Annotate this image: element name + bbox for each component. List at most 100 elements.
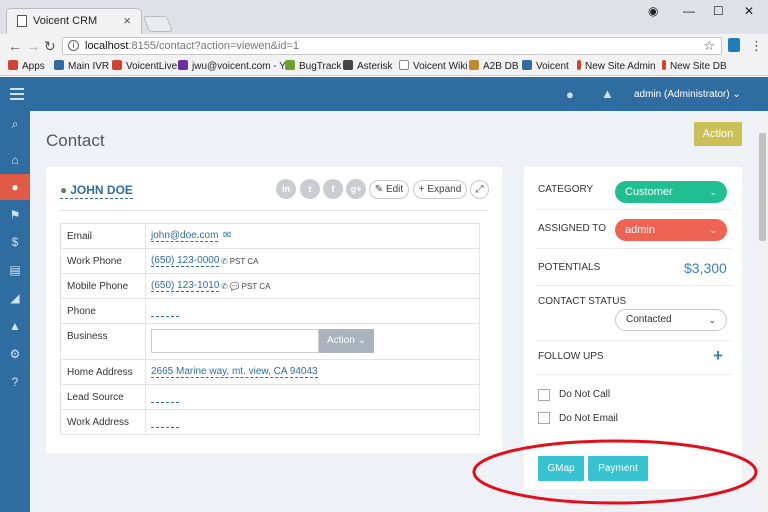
yahoo-icon	[178, 60, 188, 70]
g-icon	[54, 60, 64, 70]
business-action-button[interactable]: Action ⌄	[319, 329, 374, 353]
reload-icon[interactable]: ↻	[44, 38, 56, 55]
page-scrollbar[interactable]	[757, 111, 768, 512]
bookmark-voicent[interactable]: Voicent	[522, 60, 569, 72]
warning-icon[interactable]: ▲	[601, 86, 614, 101]
work-phone-value[interactable]: (650) 123-0000	[151, 255, 220, 267]
page-title: Contact	[46, 131, 105, 150]
org-chart-icon[interactable]: ⚑	[0, 202, 30, 228]
facebook-icon[interactable]: f	[323, 179, 343, 199]
home-icon[interactable]: ⌂	[0, 147, 30, 173]
scrollbar-thumb[interactable]	[759, 133, 766, 241]
work-address-value-empty[interactable]	[151, 416, 179, 428]
bookmark-new-site-db[interactable]: New Site DB	[662, 60, 727, 72]
chevron-down-icon: ⌄	[709, 187, 717, 197]
divider	[536, 374, 732, 375]
contact-name[interactable]: ● JOHN DOE	[60, 183, 133, 199]
assigned-to-label: ASSIGNED TO	[538, 223, 606, 234]
bookmark-main-ivr[interactable]: Main IVR	[54, 60, 109, 72]
bookmark-voicent-wiki[interactable]: Voicent Wiki	[399, 60, 467, 72]
asterisk-icon	[343, 60, 353, 70]
bookmark-bugtrack[interactable]: BugTrack	[285, 60, 341, 72]
do-not-email-checkbox[interactable]	[538, 412, 550, 424]
bookmark-apps[interactable]: Apps	[8, 60, 45, 72]
bookmark-asterisk[interactable]: Asterisk	[343, 60, 393, 72]
address-toolbar: ← → ↻ i localhost:8155/contact?action=vi…	[0, 34, 768, 58]
rss-icon[interactable]: ◢	[0, 285, 30, 311]
document-icon[interactable]: ▤	[0, 257, 30, 283]
chevron-down-icon: ⌄	[709, 225, 717, 235]
window-close-icon[interactable]: ✕	[744, 4, 754, 18]
url-input[interactable]: i localhost:8155/contact?action=viewen&i…	[62, 37, 722, 55]
mobile-phone-value[interactable]: (650) 123-1010	[151, 280, 220, 292]
extension-icon[interactable]	[728, 38, 740, 52]
email-label: Email	[67, 231, 93, 242]
contacts-icon[interactable]: ●	[0, 174, 36, 200]
voicent-icon	[522, 60, 532, 70]
bookmark-voicentlive[interactable]: VoicentLive	[112, 60, 177, 72]
bookmark-yahoo-mail[interactable]: jwu@voicent.com - Y	[178, 60, 286, 72]
gmap-button[interactable]: GMap	[538, 456, 584, 481]
new-tab-button[interactable]	[143, 16, 173, 32]
business-input[interactable]	[151, 329, 319, 353]
google-plus-icon[interactable]: g+	[346, 179, 366, 199]
home-address-value[interactable]: 2665 Marine way, mt. view, CA 94043	[151, 366, 318, 378]
field-row-home-address: Home Address 2665 Marine way, mt. view, …	[60, 360, 480, 385]
category-select[interactable]: Customer ⌄	[615, 181, 727, 203]
profile-icon[interactable]: ◉	[648, 4, 658, 18]
user-icon[interactable]: ●	[566, 87, 574, 102]
help-icon[interactable]: ?	[0, 369, 30, 395]
user-menu[interactable]: admin (Administrator) ⌄	[634, 89, 741, 100]
category-label: CATEGORY	[538, 184, 594, 195]
linkedin-icon[interactable]: in	[276, 179, 296, 199]
search-icon[interactable]: ⌕	[0, 111, 30, 137]
close-tab-icon[interactable]: ×	[123, 13, 131, 28]
apps-icon	[8, 60, 18, 70]
bookmark-star-icon[interactable]: ☆	[703, 38, 715, 54]
bars-icon	[662, 60, 666, 70]
email-value[interactable]: john@doe.com	[151, 230, 219, 242]
bookmark-new-site-admin[interactable]: New Site Admin	[577, 60, 656, 72]
settings-icon[interactable]: ⚙	[0, 341, 30, 367]
do-not-email-label: Do Not Email	[559, 413, 618, 424]
work-phone-timezone: ✆ PST CA	[221, 257, 259, 266]
chevron-down-icon: ⌄	[708, 315, 716, 325]
action-button[interactable]: Action	[694, 122, 742, 146]
follow-ups-label: FOLLOW UPS	[538, 351, 604, 362]
dollar-icon[interactable]: $	[0, 229, 30, 255]
contact-status-select[interactable]: Contacted ⌄	[615, 309, 727, 331]
bars-icon	[577, 60, 581, 70]
bookmark-a2b-db[interactable]: A2B DB	[469, 60, 519, 72]
lead-source-label: Lead Source	[67, 392, 124, 403]
browser-menu-icon[interactable]: ⋮	[750, 38, 763, 54]
forward-icon[interactable]: →	[26, 38, 40, 54]
lead-source-value-empty[interactable]	[151, 391, 179, 403]
payment-button[interactable]: Payment	[588, 456, 648, 481]
phone-icon[interactable]: ✆	[221, 282, 228, 291]
back-icon[interactable]: ←	[8, 38, 22, 54]
edit-button[interactable]: ✎ Edit	[369, 180, 409, 199]
phone-value-empty[interactable]	[151, 305, 179, 317]
browser-tab[interactable]: Voicent CRM ×	[6, 8, 142, 34]
contact-status-label: CONTACT STATUS	[538, 296, 627, 307]
tab-title: Voicent CRM	[33, 15, 98, 27]
road-icon[interactable]: ▲	[0, 313, 30, 339]
sms-icon[interactable]: 💬	[230, 282, 240, 291]
menu-toggle-icon[interactable]	[10, 88, 24, 103]
twitter-icon[interactable]: t	[300, 179, 320, 199]
minimize-icon[interactable]: —	[683, 4, 695, 18]
fullscreen-icon[interactable]: ⤢	[470, 180, 489, 199]
potentials-value[interactable]: $3,300	[684, 260, 727, 276]
work-address-label: Work Address	[67, 417, 130, 428]
expand-button[interactable]: + Expand	[413, 180, 467, 199]
add-follow-up-icon[interactable]: +	[713, 346, 723, 366]
envelope-icon[interactable]: ✉	[223, 230, 231, 241]
voicent-icon	[112, 60, 122, 70]
phone-icon[interactable]: ✆	[221, 257, 228, 266]
url-text: localhost:8155/contact?action=viewen&id=…	[85, 40, 300, 52]
contact-fields-table: Email john@doe.com ✉ Work Phone (650) 12…	[60, 223, 480, 435]
info-icon[interactable]: i	[68, 40, 79, 51]
do-not-call-checkbox[interactable]	[538, 389, 550, 401]
assigned-to-select[interactable]: admin ⌄	[615, 219, 727, 241]
maximize-icon[interactable]: ☐	[713, 4, 724, 18]
